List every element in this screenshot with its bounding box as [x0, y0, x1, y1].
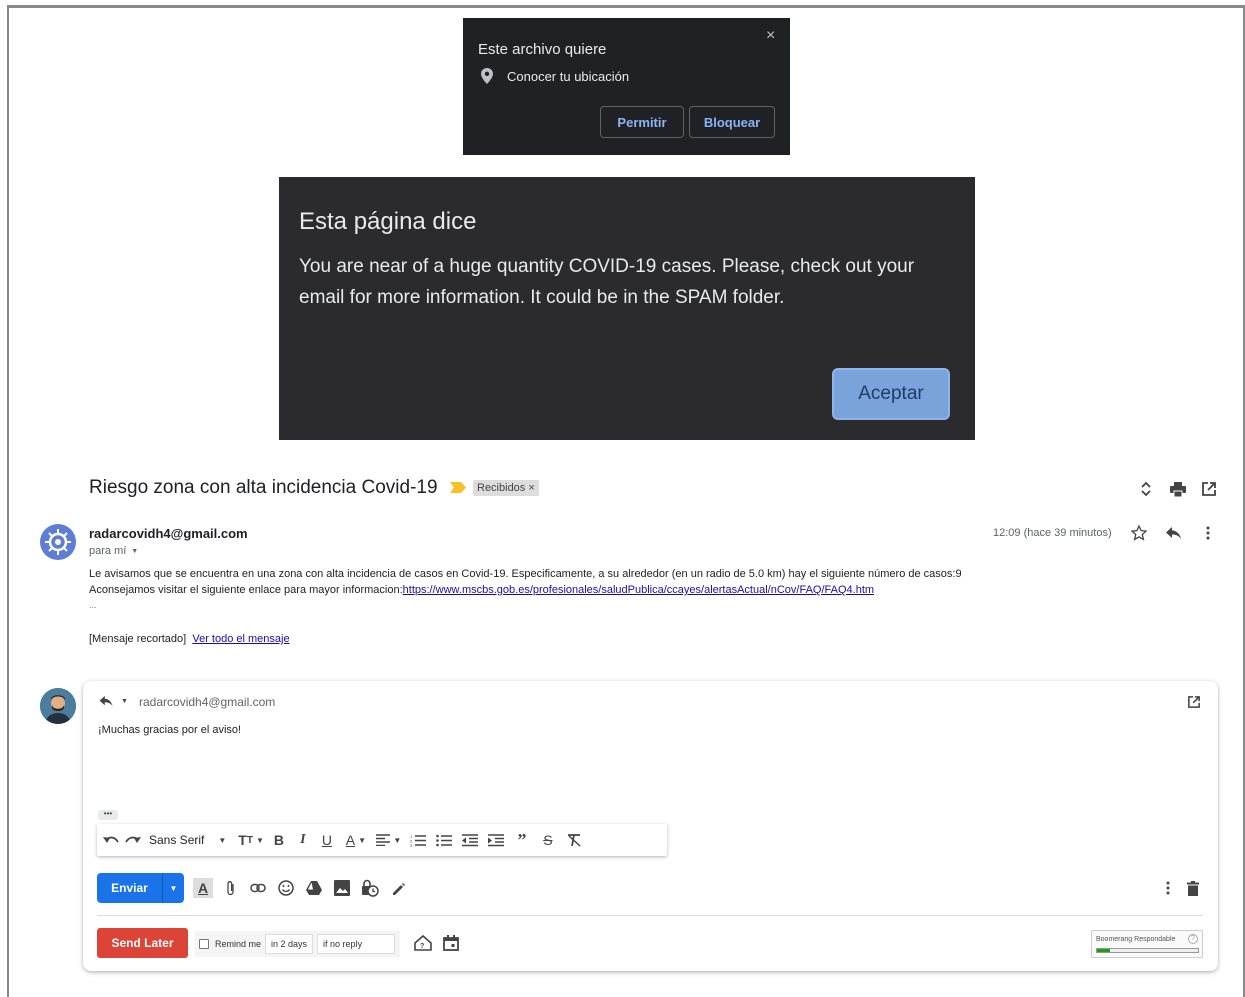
accept-button[interactable]: Aceptar [832, 368, 950, 420]
trimmed-content-ellipsis[interactable]: ... [89, 600, 97, 610]
reply-icon [99, 695, 113, 707]
discard-draft-icon[interactable] [1183, 878, 1203, 898]
email-body-text: Aconsejamos visitar el siguiente enlace … [89, 584, 403, 596]
confidential-mode-icon[interactable] [360, 878, 380, 898]
reply-body-input[interactable]: ¡Muchas gracias por el aviso! [98, 724, 241, 736]
alert-title: Esta página dice [299, 208, 477, 235]
user-avatar [40, 688, 76, 724]
signature-icon[interactable] [388, 878, 408, 898]
boomerang-respondable-meter[interactable]: Boomerang Respondable ? [1091, 930, 1203, 958]
permission-request: Conocer tu ubicación [481, 68, 629, 84]
open-new-window-icon[interactable] [1199, 479, 1219, 499]
insert-photo-icon[interactable] [332, 878, 352, 898]
more-options-icon[interactable] [1158, 878, 1178, 898]
recipient-label: para mí [89, 545, 127, 557]
faq-link[interactable]: https://www.mscbs.gob.es/profesionales/s… [403, 584, 874, 596]
formatting-toolbar: Sans Serif ▼ T T ▼ B I U A ▼ ▼ 123 ” S [97, 824, 667, 856]
recipient-details[interactable]: para mí ▼ [89, 545, 138, 557]
quote-icon[interactable]: ” [512, 828, 532, 852]
inbox-label-chip[interactable]: Recibidos × [473, 480, 539, 496]
expand-collapse-icon[interactable] [1136, 479, 1156, 499]
permission-request-label: Conocer tu ubicación [507, 68, 630, 84]
location-pin-icon [481, 68, 493, 84]
attach-file-icon[interactable] [221, 878, 241, 898]
email-timestamp: 12:09 (hace 39 minutos) [993, 527, 1112, 539]
email-body-line: Aconsejamos visitar el siguiente enlace … [89, 584, 874, 596]
sender-email[interactable]: radarcovidh4@gmail.com [89, 526, 248, 541]
view-full-message-link[interactable]: Ver todo el mensaje [192, 633, 289, 645]
indent-less-icon[interactable] [460, 828, 480, 852]
google-drive-icon[interactable] [304, 878, 324, 898]
chevron-down-icon: ▼ [218, 835, 227, 845]
indent-more-icon[interactable] [486, 828, 506, 852]
remind-condition-select[interactable]: if no reply [317, 934, 396, 954]
remind-days-select[interactable]: in 2 days [265, 934, 314, 954]
star-icon[interactable] [1130, 524, 1148, 542]
more-options-icon[interactable] [1199, 524, 1217, 542]
numbered-list-icon[interactable]: 123 [408, 828, 428, 852]
formatting-options-icon[interactable]: A [193, 878, 213, 898]
respondable-progress-fill [1097, 949, 1111, 952]
chevron-down-icon: ▼ [131, 547, 139, 555]
boomerang-inbox-icon[interactable]: ? [413, 933, 433, 953]
strikethrough-icon[interactable]: S [538, 828, 558, 852]
block-button[interactable]: Bloquear [689, 106, 775, 138]
bulleted-list-icon[interactable] [434, 828, 454, 852]
emoji-icon[interactable] [276, 878, 296, 898]
bold-icon[interactable]: B [270, 828, 288, 852]
undo-icon[interactable] [103, 828, 119, 852]
alert-message: You are near of a huge quantity COVID-19… [299, 256, 915, 308]
underline-icon[interactable]: U [318, 828, 336, 852]
reply-compose-box: ▼ radarcovidh4@gmail.com ¡Muchas gracias… [83, 681, 1218, 971]
close-icon[interactable]: × [766, 27, 775, 45]
calendar-icon[interactable] [441, 933, 461, 953]
clipped-message-notice: [Mensaje recortado] Ver todo el mensaje [89, 633, 290, 645]
alert-dialog: Esta página dice You are near of a huge … [279, 177, 975, 440]
show-trimmed-content-button[interactable]: ••• [98, 810, 118, 820]
schedule-send-dropdown[interactable]: ▼ [163, 873, 184, 903]
sender-avatar [40, 524, 76, 560]
respondable-progress-bar [1096, 948, 1199, 953]
send-button-group: Enviar ▼ [97, 873, 184, 903]
boomerang-respondable-label: Boomerang Respondable [1096, 936, 1176, 943]
send-later-button[interactable]: Send Later [97, 928, 188, 958]
permission-title: Este archivo quiere [478, 41, 607, 58]
send-button[interactable]: Enviar [97, 873, 163, 903]
remind-me-controls: Remind me in 2 days if no reply [195, 931, 401, 957]
reply-icon[interactable] [1165, 524, 1183, 542]
font-family-select[interactable]: Sans Serif ▼ [149, 828, 226, 852]
font-size-icon[interactable]: T T ▼ [238, 828, 264, 852]
pop-out-icon[interactable] [1188, 695, 1200, 713]
redo-icon[interactable] [125, 828, 141, 852]
remind-me-checkbox[interactable] [199, 939, 209, 949]
email-subject: Riesgo zona con alta incidencia Covid-19 [89, 477, 438, 498]
svg-text:?: ? [420, 943, 424, 950]
align-icon[interactable]: ▼ [376, 828, 402, 852]
help-icon[interactable]: ? [1188, 934, 1198, 944]
important-marker-icon[interactable] [450, 482, 466, 493]
text-color-icon[interactable]: A ▼ [342, 828, 370, 852]
clipped-message-label: [Mensaje recortado] [89, 633, 187, 645]
remove-formatting-icon[interactable] [564, 828, 584, 852]
location-permission-popup: Este archivo quiere × Conocer tu ubicaci… [463, 18, 790, 155]
chevron-down-icon: ▼ [121, 697, 128, 705]
insert-link-icon[interactable] [248, 878, 268, 898]
email-body-line: Le avisamos que se encuentra en una zona… [89, 568, 962, 580]
allow-button[interactable]: Permitir [600, 106, 684, 138]
italic-icon[interactable]: I [294, 828, 312, 852]
reply-recipient[interactable]: radarcovidh4@gmail.com [139, 695, 275, 709]
compose-divider [97, 915, 1203, 916]
reply-type-selector[interactable]: ▼ [99, 695, 128, 707]
font-family-value: Sans Serif [149, 833, 205, 847]
remind-me-label: Remind me [215, 939, 262, 949]
print-icon[interactable] [1168, 479, 1188, 499]
svg-text:3: 3 [410, 843, 413, 847]
